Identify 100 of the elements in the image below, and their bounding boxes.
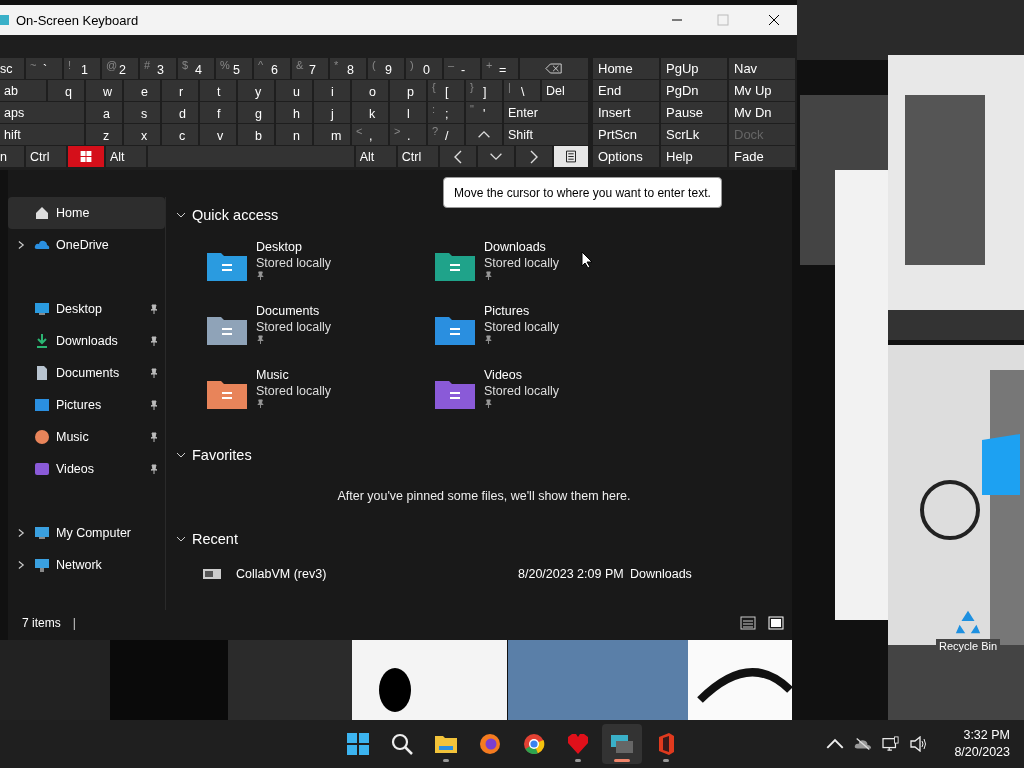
chevron-down-icon[interactable] [176,451,186,459]
keyboard-key[interactable]: b [238,124,274,145]
sidebar-item[interactable]: Desktop [8,293,165,325]
file-name[interactable]: CollabVM (rev3) [236,567,518,581]
chevron-down-icon[interactable] [176,211,186,219]
keyboard-key[interactable]: Enter [504,102,588,123]
keyboard-key[interactable]: Mv Dn [729,102,795,123]
sidebar-item[interactable]: Network [8,549,165,581]
clock[interactable]: 3:32 PM 8/20/2023 [950,727,1014,761]
keyboard-key[interactable]: { [ [428,80,464,101]
volume-icon[interactable] [910,736,929,752]
keyboard-key[interactable]: " ' [466,102,502,123]
folder-name[interactable]: Pictures [484,303,530,319]
keyboard-key[interactable]: Alt [106,146,146,167]
keyboard-key[interactable]: y [238,80,274,101]
right-key[interactable] [515,146,552,167]
folder-name[interactable]: Music [256,367,289,383]
keyboard-key[interactable]: > . [390,124,426,145]
keyboard-key[interactable]: n [276,124,312,145]
keyboard-taskbar-button[interactable] [602,724,642,764]
keyboard-key[interactable]: – - [444,58,480,79]
keyboard-key[interactable]: Nav [729,58,795,79]
keyboard-key[interactable]: ab [0,80,46,101]
keyboard-key[interactable]: @2 [102,58,138,79]
folder-name[interactable]: Desktop [256,239,302,255]
keyboard-key[interactable]: Ctrl [397,146,438,167]
network-icon[interactable] [882,736,901,752]
keyboard-key[interactable]: # 3 [140,58,176,79]
keyboard-key[interactable]: p [390,80,426,101]
keyboard-key[interactable]: Ctrl [26,146,66,167]
section-header[interactable]: Recent [192,531,238,547]
keyboard-key[interactable]: z [86,124,122,145]
left-key[interactable] [439,146,476,167]
chevron-icon[interactable] [18,528,25,538]
keyboard-key[interactable]: d [162,102,198,123]
keyboard-key[interactable]: Alt [355,146,396,167]
keyboard-key[interactable]: PrtScn [593,124,659,145]
details-view-icon[interactable] [740,616,756,630]
keyboard-key[interactable]: | \ [504,80,540,101]
keyboard-key[interactable]: Fade [729,146,795,167]
keyboard-key[interactable]: & 7 [292,58,328,79]
keyboard-key[interactable]: ( 9 [368,58,404,79]
keyboard-key[interactable]: s [124,102,160,123]
keyboard-key[interactable]: Home [593,58,659,79]
sidebar-item[interactable]: Music [8,421,165,453]
keyboard-key[interactable]: m [314,124,350,145]
keyboard-key[interactable]: ? / [428,124,464,145]
windows-key[interactable] [68,146,104,167]
sidebar-item[interactable]: Home [8,197,165,229]
keyboard-key[interactable]: ScrLk [661,124,727,145]
keyboard-key[interactable]: sc [0,58,24,79]
keyboard-key[interactable]: j [314,102,350,123]
section-header[interactable]: Favorites [192,447,252,463]
keyboard-key[interactable]: : ; [428,102,464,123]
down-key[interactable] [477,146,514,167]
chevron-icon[interactable] [18,560,25,570]
keyboard-key[interactable]: End [593,80,659,101]
keyboard-key[interactable]: i [314,80,350,101]
keyboard-key[interactable]: Options [593,146,659,167]
keyboard-key[interactable]: v [200,124,236,145]
keyboard-key[interactable]: e [124,80,160,101]
keyboard-key[interactable]: ! 1 [64,58,100,79]
keyboard-key[interactable]: % 5 [216,58,252,79]
keyboard-key[interactable]: ~ ` [26,58,62,79]
keyboard-key[interactable]: ) 0 [406,58,442,79]
backspace-key[interactable] [520,58,588,79]
up-key[interactable] [466,124,502,145]
close-icon[interactable] [768,14,780,26]
sidebar-item[interactable]: Documents [8,357,165,389]
keyboard-key[interactable]: aps [0,102,84,123]
section-header[interactable]: Quick access [192,207,279,223]
keyboard-key[interactable]: Del [542,80,588,101]
sidebar-item[interactable]: Pictures [8,389,165,421]
keyboard-key[interactable]: Insert [593,102,659,123]
keyboard-key[interactable]: PgUp [661,58,727,79]
keyboard-key[interactable]: * 8 [330,58,366,79]
keyboard-key[interactable]: PgDn [661,80,727,101]
keyboard-key[interactable]: } ] [466,80,502,101]
sidebar-item[interactable]: Videos [8,453,165,485]
keyboard-key[interactable]: hift [0,124,84,145]
sidebar-item[interactable]: OneDrive [8,229,165,261]
keyboard-key[interactable]: Help [661,146,727,167]
folder-name[interactable]: Videos [484,367,522,383]
folder-name[interactable]: Downloads [484,239,546,255]
keyboard-key[interactable]: q [48,80,84,101]
keyboard-key[interactable]: k [352,102,388,123]
keyboard-key[interactable]: $ 4 [178,58,214,79]
keyboard-key[interactable]: + = [482,58,518,79]
tiles-view-icon[interactable] [768,616,784,630]
keyboard-key[interactable]: l [390,102,426,123]
keyboard-key[interactable]: g [238,102,274,123]
keyboard-key[interactable]: ^ 6 [254,58,290,79]
folder-name[interactable]: Documents [256,303,320,319]
cloud-off-icon[interactable] [854,736,873,752]
keyboard-key[interactable]: < , [352,124,388,145]
keyboard-key[interactable]: Mv Up [729,80,795,101]
keyboard-key[interactable]: w [86,80,122,101]
keyboard-key[interactable]: t [200,80,236,101]
keyboard-key[interactable]: Shift [504,124,588,145]
keyboard-key[interactable]: u [276,80,312,101]
